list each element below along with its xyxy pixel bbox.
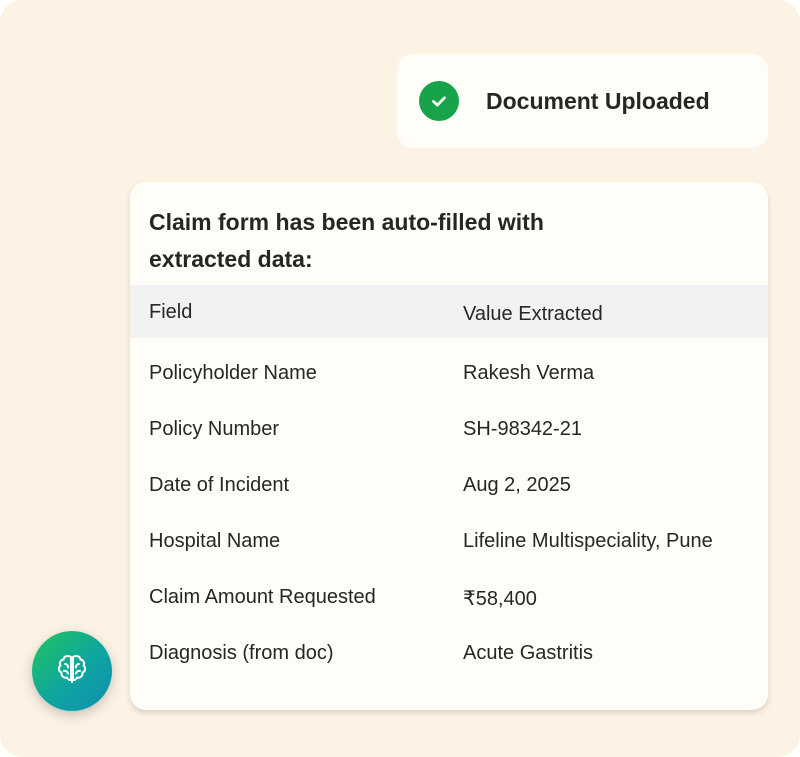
upload-status-message: Document Uploaded bbox=[397, 54, 768, 148]
row-value: Acute Gastritis bbox=[463, 642, 594, 664]
claim-card-title: Claim form has been auto-filled with ext… bbox=[149, 209, 544, 272]
brain-icon bbox=[52, 649, 92, 694]
ai-assistant-button[interactable] bbox=[32, 631, 112, 711]
table-row: Claim Amount Requested ₹58,400 bbox=[130, 570, 768, 626]
table-row: Policy Number SH-98342-21 bbox=[130, 402, 768, 458]
table-header: Field Value Extracted bbox=[130, 285, 768, 338]
row-value: Aug 2, 2025 bbox=[463, 474, 571, 496]
column-header-value: Value Extracted bbox=[463, 303, 603, 325]
table-row: Policyholder Name Rakesh Verma bbox=[130, 346, 768, 402]
table-row: Diagnosis (from doc) Acute Gastritis bbox=[130, 626, 768, 682]
table-row: Hospital Name Lifeline Multispeciality, … bbox=[130, 514, 768, 570]
upload-status-text: Document Uploaded bbox=[486, 87, 710, 114]
check-icon bbox=[419, 81, 459, 121]
row-field: Date of Incident bbox=[149, 474, 290, 496]
table-row: Date of Incident Aug 2, 2025 bbox=[130, 458, 768, 514]
row-value: Lifeline Multispeciality, Pune bbox=[463, 530, 713, 552]
row-field: Diagnosis (from doc) bbox=[149, 642, 334, 664]
row-value: Rakesh Verma bbox=[463, 362, 595, 384]
row-value: SH-98342-21 bbox=[463, 418, 582, 440]
row-field: Claim Amount Requested bbox=[149, 586, 376, 608]
claim-form-message: Claim form has been auto-filled with ext… bbox=[130, 182, 768, 710]
chat-canvas: Document Uploaded Claim form has been au… bbox=[0, 0, 800, 757]
row-field: Policy Number bbox=[149, 418, 280, 440]
column-header-field: Field bbox=[149, 301, 193, 323]
row-value: ₹58,400 bbox=[463, 588, 537, 610]
row-field: Policyholder Name bbox=[149, 362, 317, 384]
row-field: Hospital Name bbox=[149, 530, 281, 552]
